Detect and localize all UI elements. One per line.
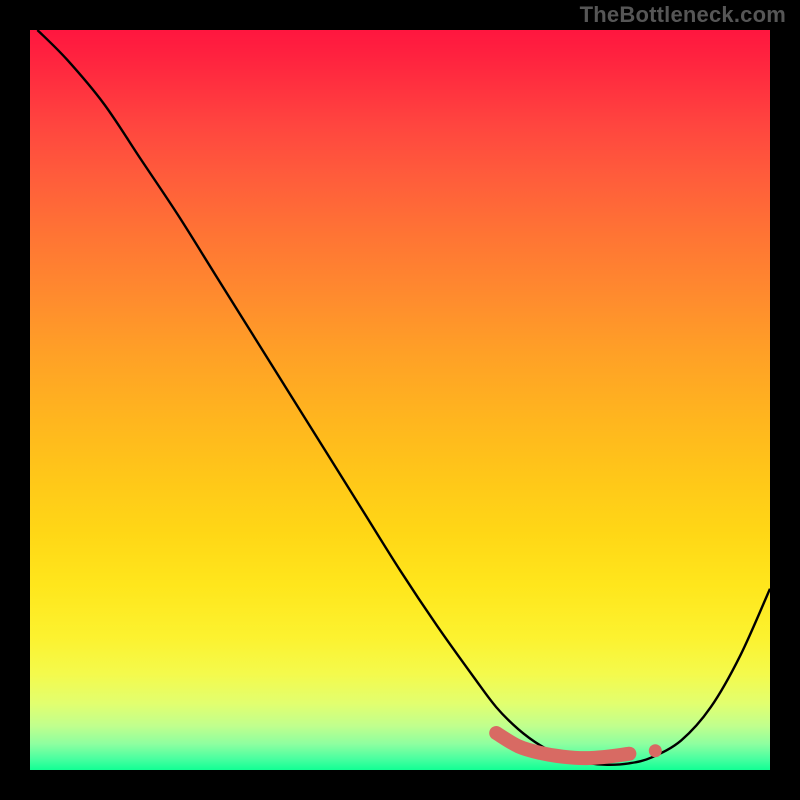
chart-frame: TheBottleneck.com xyxy=(0,0,800,800)
accent-band xyxy=(30,30,770,770)
plot-area xyxy=(30,30,770,770)
watermark-text: TheBottleneck.com xyxy=(580,2,786,28)
